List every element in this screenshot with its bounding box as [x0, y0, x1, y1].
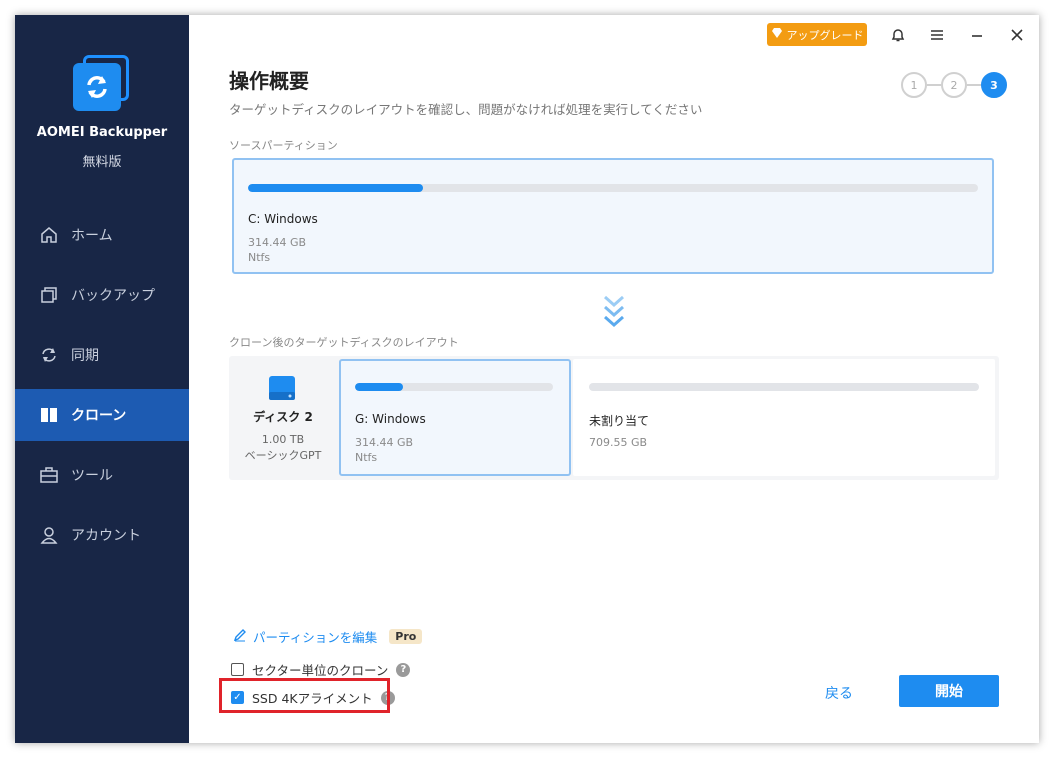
pro-badge: Pro — [389, 629, 423, 644]
disk-details: 1.00 TB ベーシックGPT — [229, 432, 337, 464]
disk-name: ディスク 2 — [253, 410, 313, 424]
sync-icon — [37, 345, 61, 365]
sidebar-item-label: ツール — [71, 468, 113, 484]
account-icon — [37, 525, 61, 545]
app-logo — [73, 55, 129, 111]
sidebar-item-label: バックアップ — [71, 288, 155, 304]
source-partition-card[interactable]: C: Windows 314.44 GB Ntfs — [232, 158, 994, 274]
tools-icon — [37, 465, 61, 485]
sidebar-item-label: アカウント — [71, 528, 141, 544]
sidebar-item-label: 同期 — [71, 348, 99, 364]
step-2: 2 — [941, 72, 967, 98]
sidebar: AOMEI Backupper 無料版 ホーム バックアップ 同期 クローン ツ… — [15, 15, 189, 743]
edit-partition-label: パーティションを編集 — [253, 630, 378, 645]
upgrade-label: アップグレード — [786, 28, 864, 42]
upgrade-button[interactable]: アップグレード — [767, 23, 867, 46]
step-connector — [967, 84, 981, 86]
sidebar-item-label: クローン — [71, 408, 127, 424]
partition-fs: Ntfs — [248, 251, 271, 264]
disk-icon — [267, 374, 297, 402]
usage-bar-fill — [355, 383, 403, 391]
target-disk-info: ディスク 2 1.00 TB ベーシックGPT — [229, 356, 337, 480]
usage-bar — [355, 383, 553, 391]
partition-name: C: Windows — [248, 212, 318, 226]
pencil-icon — [233, 628, 247, 645]
partition-fs: Ntfs — [355, 451, 378, 464]
diamond-icon — [771, 27, 783, 42]
disk-size: 1.00 TB — [261, 433, 305, 446]
bell-icon[interactable] — [886, 23, 910, 47]
sidebar-item-label: ホーム — [71, 228, 113, 244]
highlight-box — [219, 678, 390, 713]
sidebar-item-clone[interactable]: クローン — [15, 389, 189, 441]
sidebar-item-tools[interactable]: ツール — [15, 449, 189, 501]
sector-clone-option[interactable]: セクター単位のクローン ? — [231, 660, 411, 679]
partition-name: G: Windows — [355, 412, 426, 426]
sidebar-item-sync[interactable]: 同期 — [15, 329, 189, 381]
partition-size: 314.44 GB — [248, 236, 307, 249]
target-partition-card[interactable]: G: Windows 314.44 GB Ntfs — [339, 359, 571, 476]
step-connector — [927, 84, 941, 86]
start-button[interactable]: 開始 — [899, 675, 999, 707]
target-disk-layout: ディスク 2 1.00 TB ベーシックGPT G: Windows 314.4… — [229, 356, 999, 480]
chevron-down-icon — [603, 295, 625, 329]
app-edition: 無料版 — [82, 155, 122, 170]
backup-icon — [37, 285, 61, 305]
usage-bar — [589, 383, 979, 391]
sidebar-item-backup[interactable]: バックアップ — [15, 269, 189, 321]
app-window: AOMEI Backupper 無料版 ホーム バックアップ 同期 クローン ツ… — [15, 15, 1039, 743]
step-3: 3 — [981, 72, 1007, 98]
sector-clone-checkbox[interactable] — [231, 663, 244, 676]
sidebar-item-home[interactable]: ホーム — [15, 209, 189, 261]
unallocated-partition-card[interactable]: 未割り当て 709.55 GB — [573, 359, 995, 476]
page-subtitle: ターゲットディスクのレイアウトを確認し、問題がなければ処理を実行してください — [229, 102, 703, 117]
menu-icon[interactable] — [925, 23, 949, 47]
partition-size: 709.55 GB — [589, 436, 648, 449]
partition-size: 314.44 GB — [355, 436, 414, 449]
usage-bar-fill — [248, 184, 424, 192]
close-icon[interactable] — [1005, 23, 1029, 47]
home-icon — [37, 225, 61, 245]
usage-bar — [248, 184, 978, 192]
back-button[interactable]: 戻る — [825, 683, 853, 703]
target-section-label: クローン後のターゲットディスクのレイアウト — [229, 336, 459, 349]
sidebar-item-account[interactable]: アカウント — [15, 509, 189, 561]
minimize-icon[interactable] — [965, 23, 989, 47]
help-icon[interactable]: ? — [396, 662, 411, 677]
clone-icon — [37, 405, 61, 425]
partition-name: 未割り当て — [589, 414, 650, 428]
sector-clone-label: セクター単位のクローン — [252, 663, 389, 678]
disk-type: ベーシックGPT — [244, 449, 322, 462]
page-title: 操作概要 — [229, 69, 309, 93]
edit-partition-link[interactable]: パーティションを編集 Pro — [233, 627, 423, 646]
source-section-label: ソースパーティション — [229, 139, 338, 152]
step-1: 1 — [901, 72, 927, 98]
app-name: AOMEI Backupper — [36, 125, 168, 140]
main-panel: アップグレード 操作概要 ターゲットディスクのレイアウトを確認し、問題がなければ… — [189, 15, 1039, 743]
